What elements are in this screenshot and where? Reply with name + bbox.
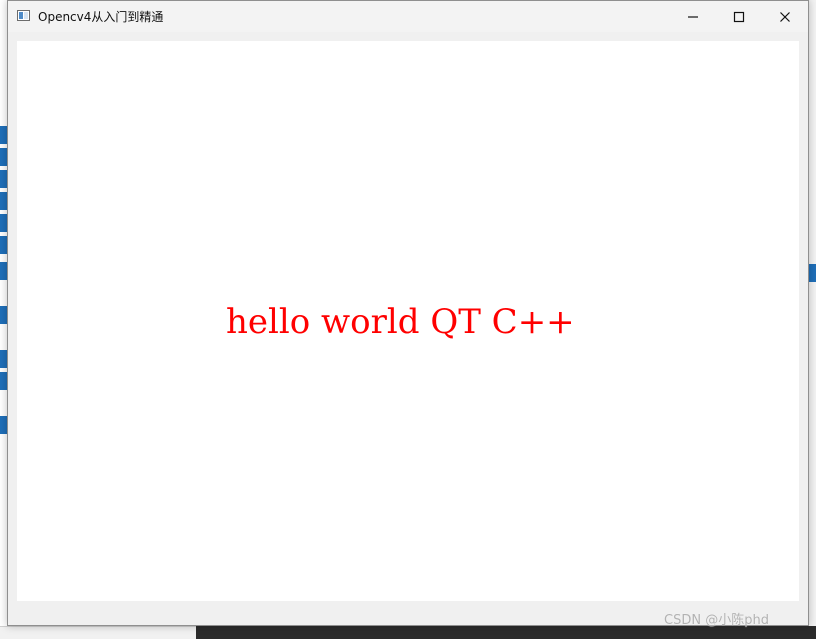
csdn-watermark: CSDN @小陈phd: [664, 613, 769, 628]
maximize-button[interactable]: [716, 1, 762, 32]
close-button[interactable]: [762, 1, 808, 32]
close-icon: [780, 11, 790, 22]
qt-main-window: Opencv4从入门到精通 hello world QT C++: [7, 0, 809, 626]
app-window-icon: [17, 10, 30, 21]
minimize-button[interactable]: [670, 1, 716, 32]
window-controls: [670, 1, 808, 32]
minimize-icon: [688, 15, 698, 18]
background-search-box: [0, 626, 196, 639]
client-area: hello world QT C++: [17, 41, 799, 601]
window-titlebar[interactable]: Opencv4从入门到精通: [8, 1, 808, 32]
hello-label: hello world QT C++: [226, 302, 575, 342]
window-title: Opencv4从入门到精通: [38, 10, 164, 24]
maximize-icon: [733, 11, 745, 22]
